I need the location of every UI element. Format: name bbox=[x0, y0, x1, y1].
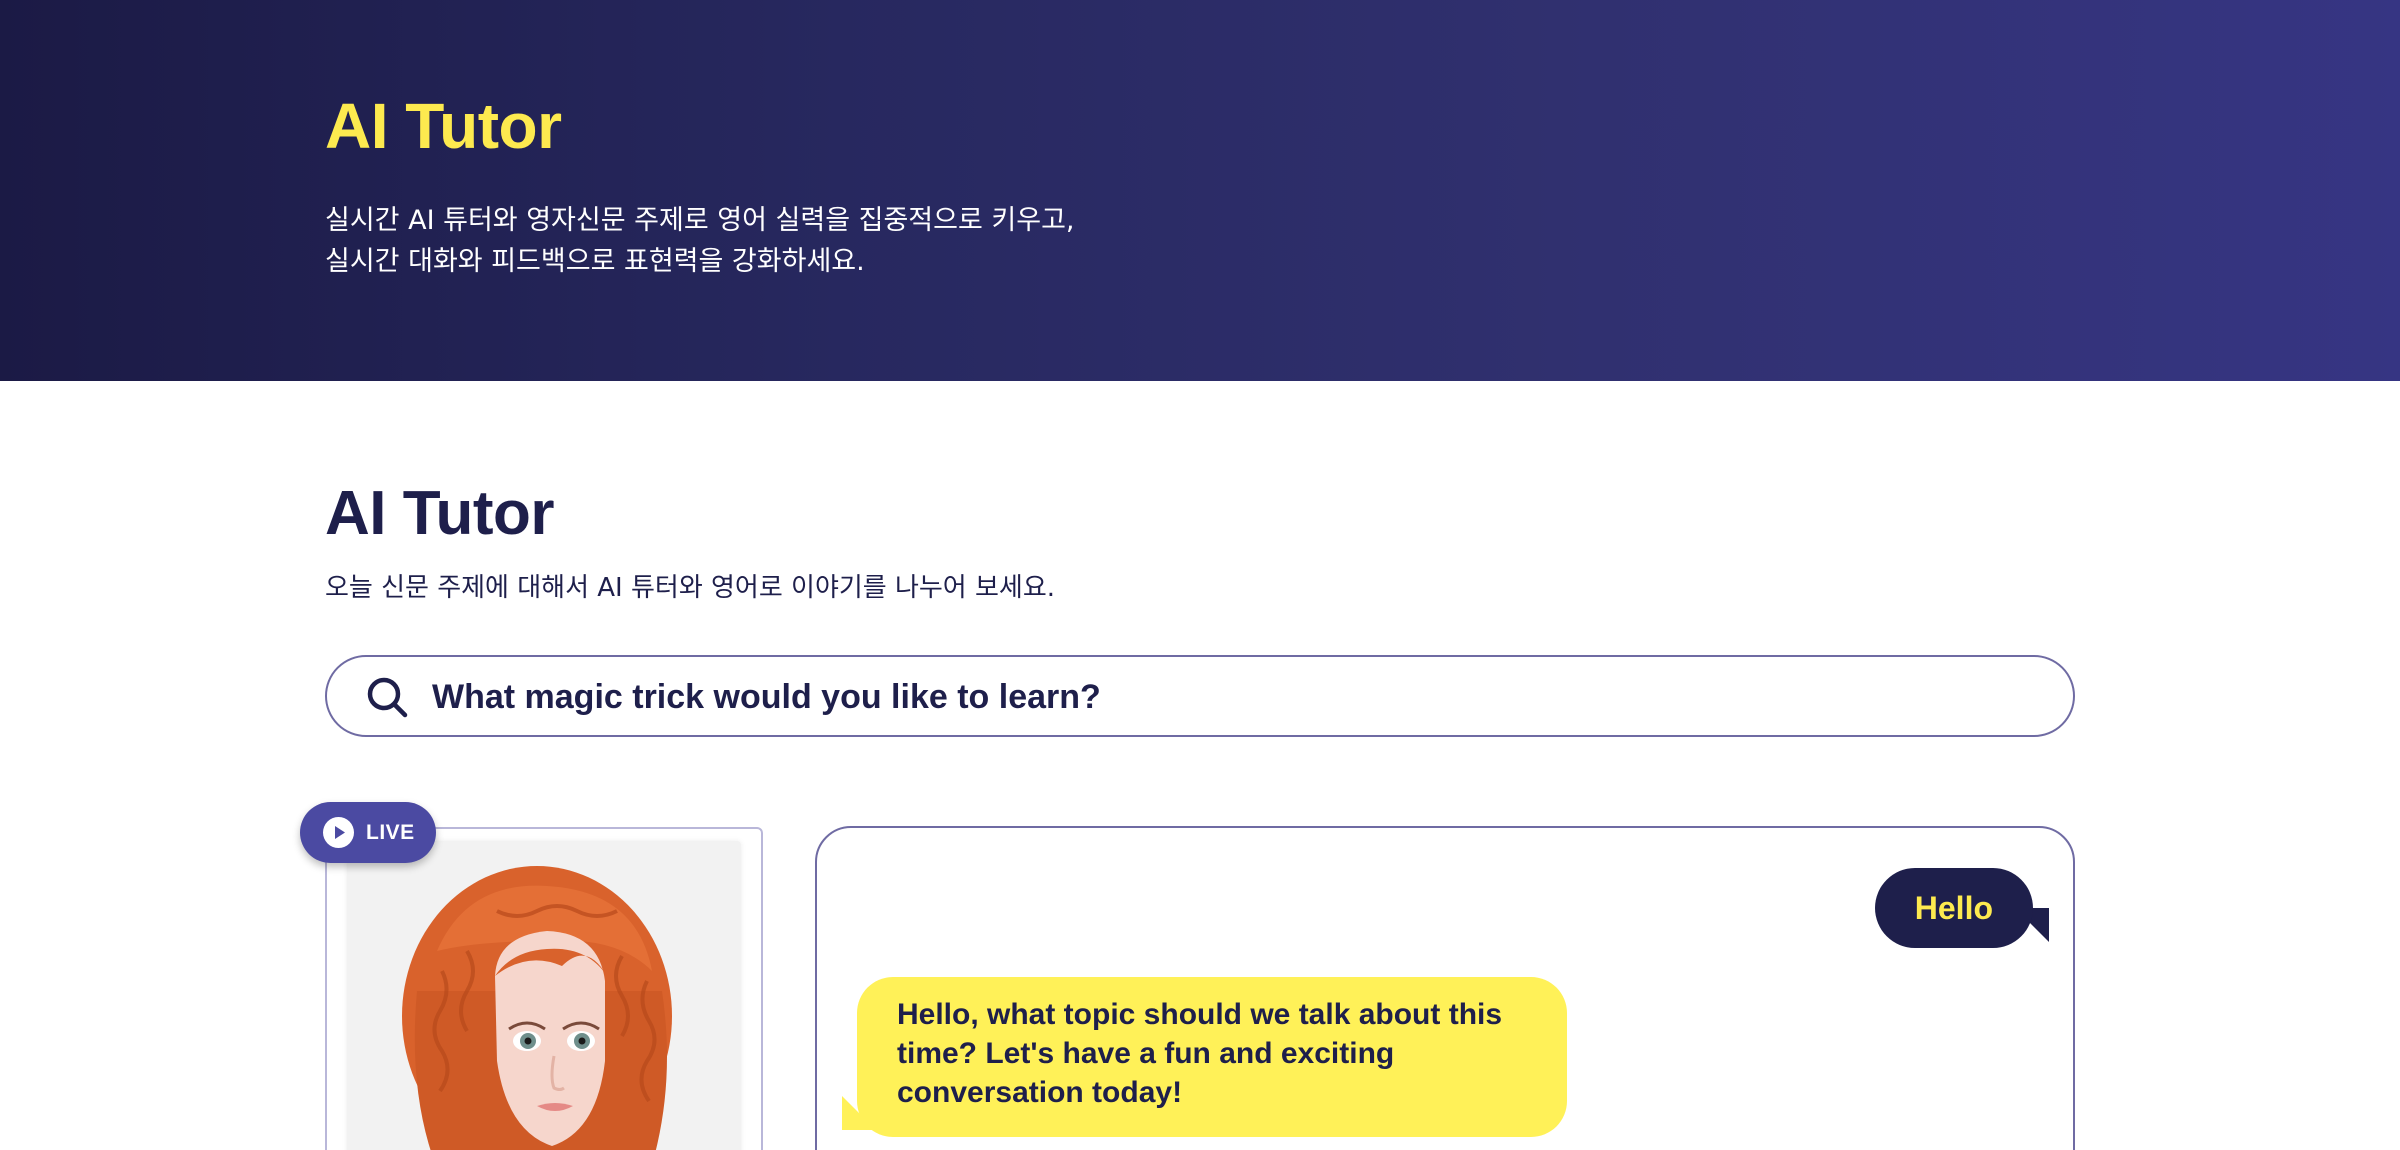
tutor-avatar bbox=[347, 841, 741, 1150]
live-badge[interactable]: LIVE bbox=[300, 802, 436, 863]
hero-description: 실시간 AI 튜터와 영자신문 주제로 영어 실력을 집중적으로 키우고, 실시… bbox=[325, 200, 1225, 282]
chat-panel: Hello Hello, what topic should we talk a… bbox=[815, 826, 2075, 1150]
search-icon[interactable] bbox=[365, 675, 409, 719]
hero-title: AI Tutor bbox=[325, 90, 562, 162]
tutor-message-bubble: Hello, what topic should we talk about t… bbox=[857, 977, 1567, 1137]
live-label: LIVE bbox=[366, 821, 415, 844]
tutor-avatar-card bbox=[325, 827, 763, 1150]
play-icon bbox=[323, 817, 354, 848]
user-message-bubble: Hello bbox=[1874, 868, 2033, 948]
hero-banner: AI Tutor 실시간 AI 튜터와 영자신문 주제로 영어 실력을 집중적으… bbox=[0, 0, 2400, 381]
hero-description-line: 실시간 AI 튜터와 영자신문 주제로 영어 실력을 집중적으로 키우고, bbox=[325, 205, 1075, 236]
section-title: AI Tutor bbox=[325, 479, 555, 548]
section-subtitle: 오늘 신문 주제에 대해서 AI 튜터와 영어로 이야기를 나누어 보세요. bbox=[325, 573, 1056, 603]
search-input[interactable] bbox=[432, 669, 2032, 725]
search-bar[interactable] bbox=[325, 655, 2075, 737]
hero-description-line: 실시간 대화와 피드백으로 표현력을 강화하세요. bbox=[325, 246, 865, 277]
